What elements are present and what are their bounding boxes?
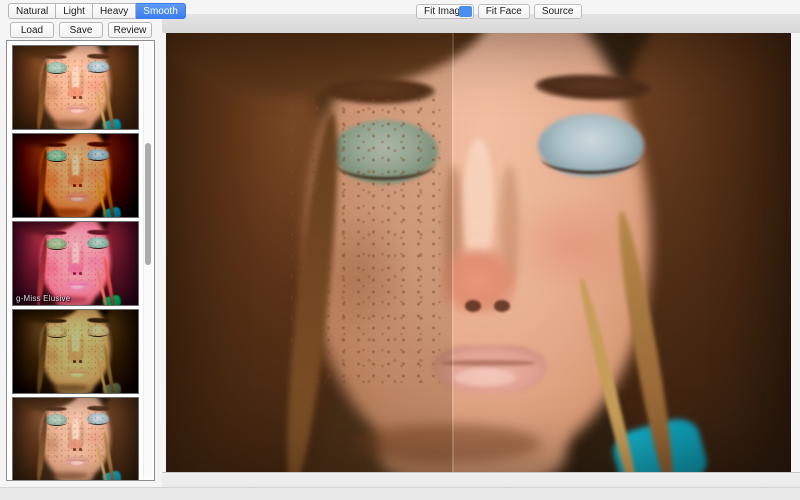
fit-face-label: Fit Face [485,6,522,17]
preset-segmented-control: Natural Light Heavy Smooth [8,3,186,19]
source-label: Source [541,6,574,17]
scrollbar-thumb[interactable] [145,143,151,265]
thumbnail-scrollbar[interactable] [143,43,152,478]
thumbnail-face-art [13,222,138,305]
watermark-text: g-Miss Elusive [16,294,71,303]
thumbnail-item-soft-neutral[interactable] [12,397,139,480]
thumbnail-face-art [13,398,138,480]
thumbnail-item-sepia-dark[interactable] [12,309,139,394]
thumbnail-face-art [13,134,138,217]
preview-image[interactable] [166,33,791,472]
main-panel: Fit Image Fit Face Source [162,0,800,500]
sidebar: Natural Light Heavy Smooth Load Save Rev… [0,0,186,487]
thumbnail-item-natural[interactable] [12,45,139,130]
fit-image-button[interactable]: Fit Image [416,4,474,19]
vignette-art [13,398,138,480]
vignette-art [13,46,138,129]
view-toolbar: Fit Image Fit Face Source [416,4,582,19]
thumbnail-item-purple-tint[interactable]: g-Miss Elusive [12,221,139,306]
preset-natural-button[interactable]: Natural [8,3,57,19]
save-button[interactable]: Save [59,22,103,38]
load-button[interactable]: Load [10,22,54,38]
original-half-overlay [166,33,453,472]
split-divider [452,33,455,472]
preset-heavy-button[interactable]: Heavy [92,3,137,19]
vignette-art [13,222,138,305]
selection-mark [458,6,472,17]
fit-face-button[interactable]: Fit Face [477,4,530,19]
file-action-row: Load Save Review [10,22,152,38]
thumbnail-face-art [13,310,138,393]
review-button[interactable]: Review [108,22,152,38]
vignette-art [13,134,138,217]
vignette-art [13,310,138,393]
thumbnail-item-vivid-warm[interactable] [12,133,139,218]
thumbnail-list[interactable]: g-Miss Elusive [6,40,155,481]
thumbnail-face-art [13,46,138,129]
preset-light-button[interactable]: Light [56,3,93,19]
window-bottom-strip [0,487,800,500]
preset-smooth-button[interactable]: Smooth [136,3,186,19]
source-button[interactable]: Source [533,4,582,19]
